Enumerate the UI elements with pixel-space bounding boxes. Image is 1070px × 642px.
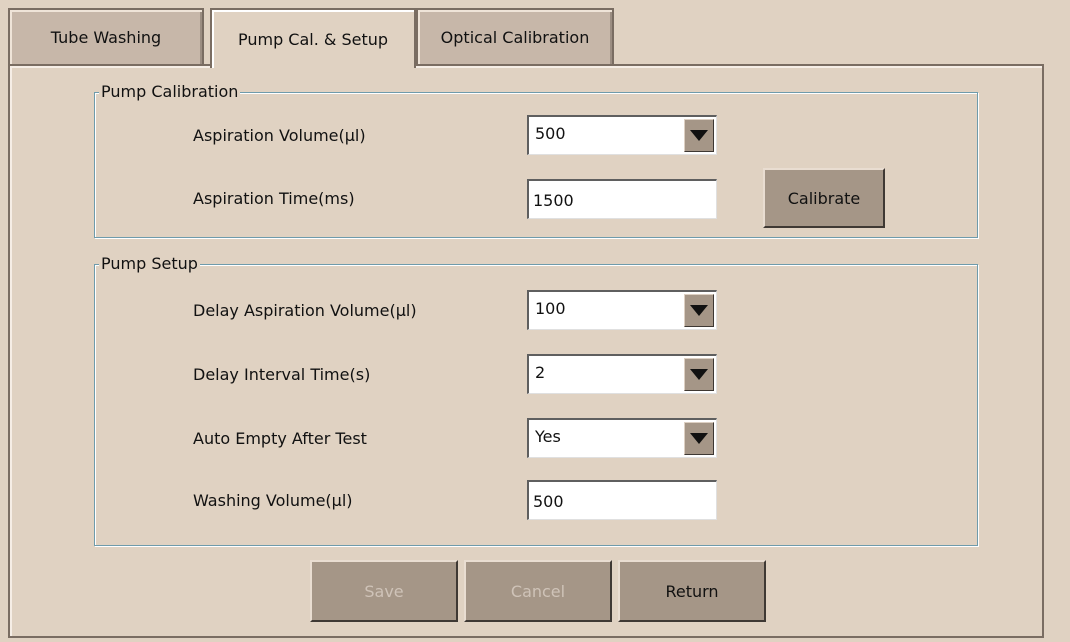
auto-empty-select[interactable]: Yes [527, 418, 717, 458]
aspiration-volume-select[interactable]: 500 [527, 115, 717, 155]
washing-volume-label: Washing Volume(µl) [193, 491, 353, 510]
delay-aspiration-volume-value: 100 [535, 299, 566, 318]
delay-interval-time-label: Delay Interval Time(s) [193, 365, 371, 384]
tab-label: Tube Washing [50, 27, 162, 47]
delay-aspiration-volume-select[interactable]: 100 [527, 290, 717, 330]
aspiration-time-input[interactable]: 1500 [527, 179, 717, 219]
pump-calibration-title: Pump Calibration [99, 82, 241, 102]
cancel-button[interactable]: Cancel [464, 560, 612, 622]
tab-pump-cal-setup[interactable]: Pump Cal. & Setup [210, 8, 416, 68]
tab-panel: Pump Calibration Aspiration Volume(µl) 5… [8, 64, 1044, 638]
delay-interval-time-select[interactable]: 2 [527, 354, 717, 394]
aspiration-volume-label: Aspiration Volume(µl) [193, 126, 366, 145]
tab-optical-calibration[interactable]: Optical Calibration [416, 8, 614, 64]
auto-empty-value: Yes [535, 427, 561, 446]
delay-aspiration-volume-label: Delay Aspiration Volume(µl) [193, 301, 417, 320]
tab-label: Optical Calibration [440, 27, 590, 47]
chevron-down-icon[interactable] [684, 119, 714, 152]
aspiration-time-label: Aspiration Time(ms) [193, 189, 355, 208]
pump-setup-title: Pump Setup [99, 254, 200, 274]
pump-calibration-group: Pump Calibration Aspiration Volume(µl) 5… [94, 82, 978, 238]
tab-tube-washing[interactable]: Tube Washing [8, 8, 204, 64]
washing-volume-input[interactable]: 500 [527, 480, 717, 520]
chevron-down-icon[interactable] [684, 294, 714, 327]
chevron-down-icon[interactable] [684, 358, 714, 391]
pump-setup-group: Pump Setup Delay Aspiration Volume(µl) 1… [94, 254, 978, 546]
save-button[interactable]: Save [310, 560, 458, 622]
aspiration-volume-value: 500 [535, 124, 566, 143]
return-button[interactable]: Return [618, 560, 766, 622]
chevron-down-icon[interactable] [684, 422, 714, 455]
auto-empty-label: Auto Empty After Test [193, 429, 367, 448]
tab-label: Pump Cal. & Setup [237, 29, 389, 49]
calibrate-button[interactable]: Calibrate [763, 168, 885, 228]
delay-interval-time-value: 2 [535, 363, 546, 382]
